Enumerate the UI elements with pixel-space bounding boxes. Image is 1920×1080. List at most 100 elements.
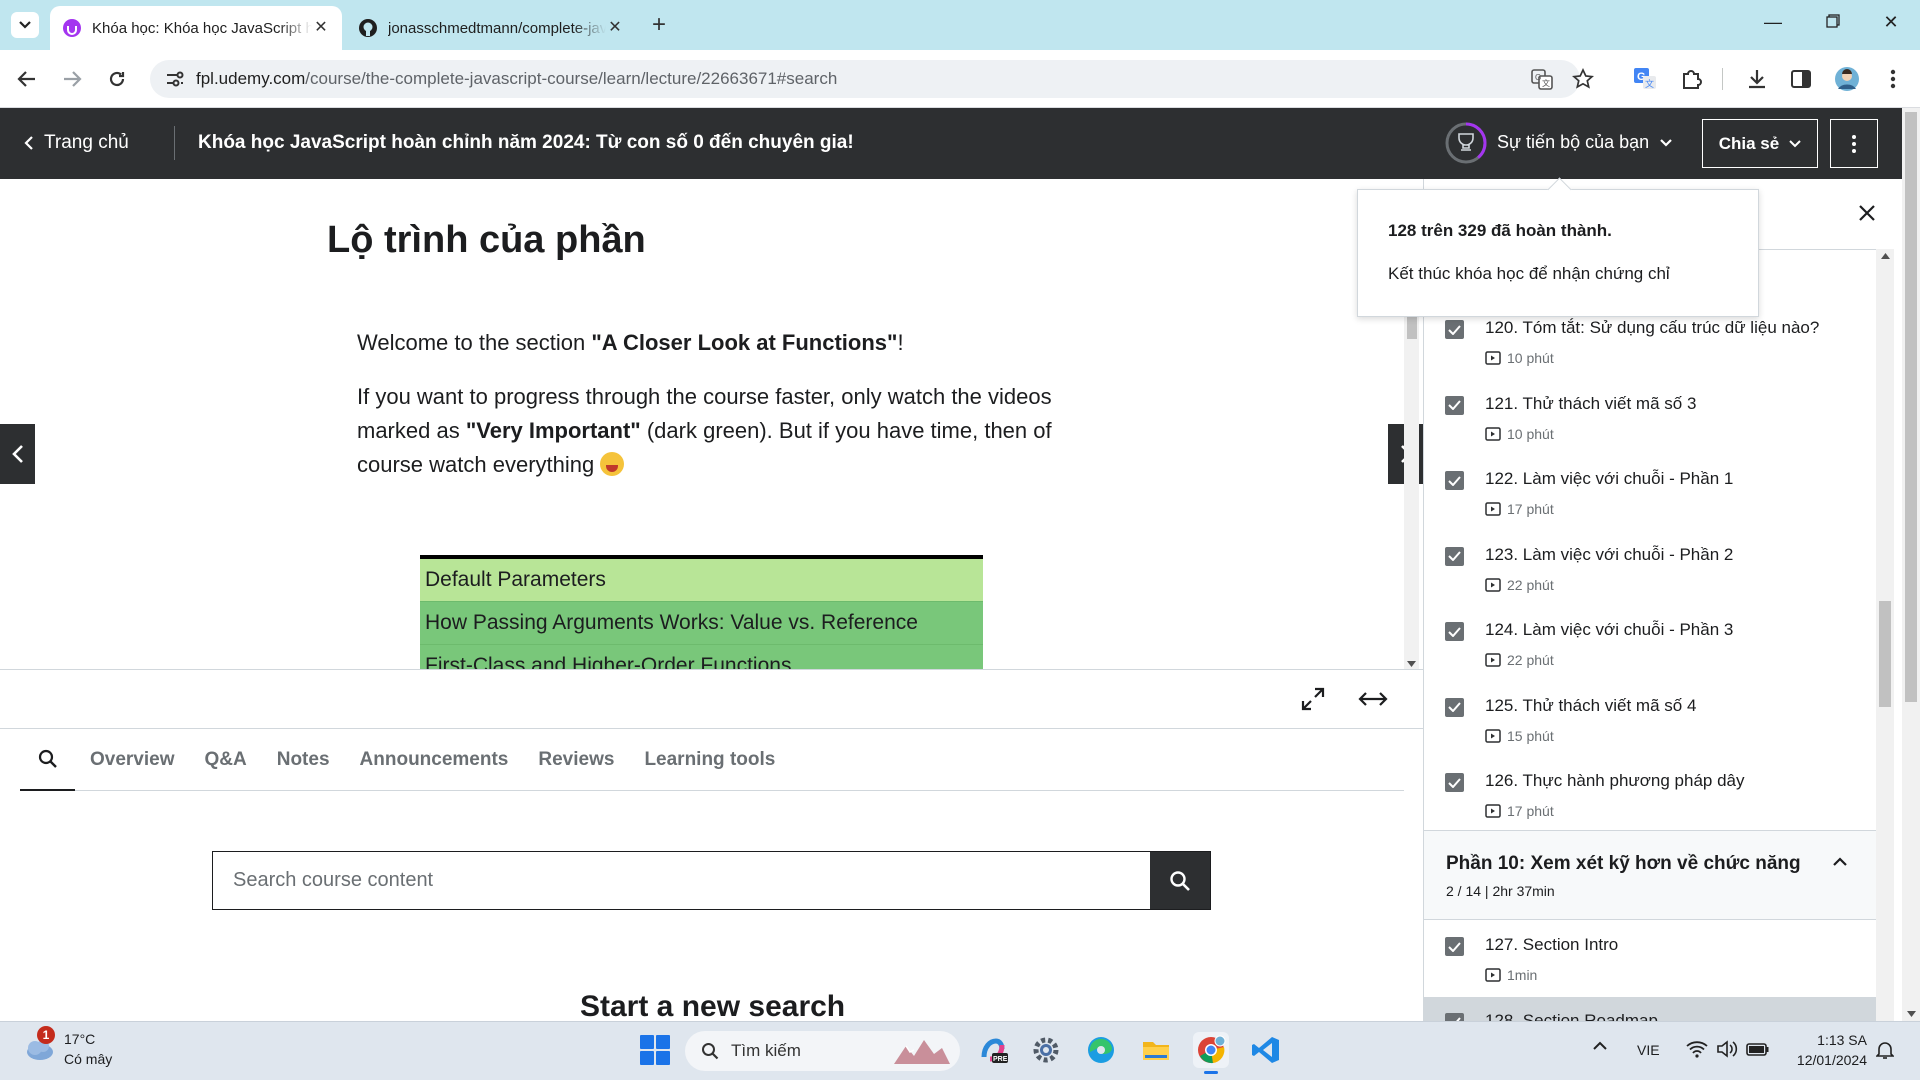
course-title[interactable]: Khóa học JavaScript hoàn chỉnh năm 2024:… xyxy=(198,132,854,154)
weather-description[interactable]: Có mây xyxy=(64,1051,112,1067)
completed-checkbox[interactable] xyxy=(1445,395,1464,415)
taskbar-search[interactable]: Tìm kiếm xyxy=(685,1031,960,1071)
lecture-duration: 22 phút xyxy=(1485,652,1554,668)
more-options-button[interactable] xyxy=(1830,119,1878,168)
profile-avatar[interactable] xyxy=(1834,66,1860,92)
chevron-down-icon xyxy=(1660,138,1672,147)
copilot-pre-icon[interactable]: PRE xyxy=(975,1032,1011,1068)
progress-count: 128 trên 329 đã hoàn thành. xyxy=(1388,221,1612,240)
progress-dropdown[interactable]: Sự tiến bộ của bạn xyxy=(1497,132,1673,153)
volume-icon[interactable] xyxy=(1716,1040,1738,1058)
address-bar[interactable]: fpl.udemy.com/course/the-complete-javasc… xyxy=(150,60,1580,98)
lecture-item[interactable]: 124. Làm việc với chuỗi - Phần 3 22 phút xyxy=(1424,606,1876,682)
progress-ring[interactable] xyxy=(1444,121,1488,165)
completed-checkbox[interactable] xyxy=(1445,773,1464,792)
previous-lecture-button[interactable] xyxy=(0,424,35,484)
search-input[interactable] xyxy=(213,852,1150,909)
tab-reviews[interactable]: Reviews xyxy=(523,730,629,791)
more-vertical-icon xyxy=(1852,134,1856,153)
tab-search[interactable] xyxy=(20,730,75,791)
text-segment: Welcome to the section xyxy=(357,330,592,355)
reload-icon[interactable] xyxy=(104,66,130,92)
lecture-title: 125. Thử thách viết mã số 4 xyxy=(1485,695,1697,715)
close-window-icon[interactable]: ✕ xyxy=(1876,12,1906,33)
lecture-item[interactable]: 126. Thực hành phương pháp dây 17 phút xyxy=(1424,757,1876,833)
close-tab-icon[interactable]: ✕ xyxy=(312,19,330,37)
side-panel-icon[interactable] xyxy=(1788,66,1814,92)
chevron-left-icon xyxy=(11,445,23,463)
lecture-item[interactable]: 121. Thử thách viết mã số 3 10 phút xyxy=(1424,380,1876,456)
completed-checkbox[interactable] xyxy=(1445,622,1464,641)
browser-tab-github[interactable]: jonasschmedtmann/complete-javascript-cou… xyxy=(346,6,636,50)
tab-search-button[interactable] xyxy=(11,12,39,38)
lecture-item[interactable]: 123. Làm việc với chuỗi - Phần 2 22 phút xyxy=(1424,531,1876,607)
scroll-down-arrow-icon[interactable] xyxy=(1907,1011,1916,1017)
home-link[interactable]: Trang chủ xyxy=(24,132,129,154)
settings-gear-icon[interactable] xyxy=(1028,1032,1064,1068)
browser-menu-icon[interactable] xyxy=(1880,66,1906,92)
completed-checkbox[interactable] xyxy=(1445,937,1464,956)
lecture-scrollbar[interactable] xyxy=(1404,285,1419,669)
language-indicator[interactable]: VIE xyxy=(1637,1042,1660,1058)
battery-icon[interactable] xyxy=(1746,1040,1770,1058)
notification-bell-icon[interactable] xyxy=(1876,1040,1894,1060)
tab-notes[interactable]: Notes xyxy=(262,730,345,791)
download-icon[interactable] xyxy=(1744,66,1770,92)
vscode-icon[interactable] xyxy=(1248,1032,1284,1068)
completed-checkbox[interactable] xyxy=(1445,320,1464,339)
minimize-icon[interactable]: — xyxy=(1758,12,1788,33)
windows-start-button[interactable] xyxy=(640,1035,670,1065)
extensions-puzzle-icon[interactable] xyxy=(1678,66,1704,92)
new-tab-icon[interactable]: + xyxy=(652,12,666,38)
lecture-title: 122. Làm việc với chuỗi - Phần 1 xyxy=(1485,469,1734,488)
weather-temperature[interactable]: 17°C xyxy=(64,1031,95,1047)
edge-browser-icon[interactable] xyxy=(1083,1032,1119,1068)
lecture-paragraph-advice: If you want to progress through the cour… xyxy=(357,380,1057,482)
sidebar-scrollbar[interactable] xyxy=(1876,249,1894,1021)
chevron-up-tray-icon[interactable] xyxy=(1592,1041,1608,1051)
duration-text: 22 phút xyxy=(1507,576,1554,593)
video-icon xyxy=(1485,502,1501,516)
chrome-browser-icon[interactable] xyxy=(1193,1032,1229,1074)
tab-announcements[interactable]: Announcements xyxy=(345,730,524,791)
duration-text: 1min xyxy=(1507,967,1538,983)
checkmark-icon xyxy=(1448,941,1461,952)
clock-time[interactable]: 1:13 SA xyxy=(1792,1032,1867,1048)
share-button[interactable]: Chia sẻ xyxy=(1702,119,1818,168)
close-tab-icon[interactable]: ✕ xyxy=(606,19,624,37)
lecture-item[interactable]: 125. Thử thách viết mã số 4 15 phút xyxy=(1424,682,1876,758)
back-icon[interactable] xyxy=(14,66,40,92)
completed-checkbox[interactable] xyxy=(1445,697,1464,717)
fullscreen-icon[interactable] xyxy=(1300,686,1326,712)
tab-overview[interactable]: Overview xyxy=(75,730,190,791)
lecture-item[interactable]: 122. Làm việc với chuỗi - Phần 1 17 phút xyxy=(1424,455,1876,531)
completed-checkbox[interactable] xyxy=(1445,546,1464,566)
tab-learning-tools[interactable]: Learning tools xyxy=(629,730,790,791)
page-scrollbar[interactable] xyxy=(1902,108,1920,1021)
bookmark-star-icon[interactable] xyxy=(1570,66,1596,92)
clock-date[interactable]: 12/01/2024 xyxy=(1779,1052,1867,1068)
browser-tab-udemy[interactable]: Khóa học: Khóa học JavaScript hoàn chỉnh… xyxy=(50,6,342,50)
expand-width-icon[interactable] xyxy=(1358,688,1388,710)
site-info-icon[interactable] xyxy=(164,68,186,90)
google-translate-extension-icon[interactable]: G文 xyxy=(1632,66,1658,92)
lecture-duration: 17 phút xyxy=(1485,803,1554,819)
maximize-icon[interactable] xyxy=(1818,12,1848,28)
scrollbar-thumb[interactable] xyxy=(1879,601,1891,707)
close-sidebar-icon[interactable] xyxy=(1852,198,1882,228)
section-header[interactable]: Phần 10: Xem xét kỹ hơn về chức năng 2 /… xyxy=(1424,830,1876,920)
translate-icon[interactable]: G文 xyxy=(1529,66,1555,92)
scroll-down-arrow-icon[interactable] xyxy=(1407,661,1416,667)
search-icon xyxy=(38,749,57,768)
lecture-item[interactable]: 127. Section Intro 1min xyxy=(1424,921,1876,997)
wifi-icon[interactable] xyxy=(1686,1040,1708,1058)
completed-checkbox[interactable] xyxy=(1445,471,1464,490)
scroll-up-arrow-icon[interactable] xyxy=(1881,253,1890,259)
chevron-up-icon xyxy=(1833,857,1847,866)
search-button[interactable] xyxy=(1150,852,1210,909)
file-explorer-icon[interactable] xyxy=(1138,1032,1174,1068)
tab-qa[interactable]: Q&A xyxy=(190,730,262,791)
forward-icon[interactable] xyxy=(59,66,85,92)
url-path: /course/the-complete-javascript-course/l… xyxy=(305,69,838,88)
scrollbar-thumb[interactable] xyxy=(1905,112,1917,702)
